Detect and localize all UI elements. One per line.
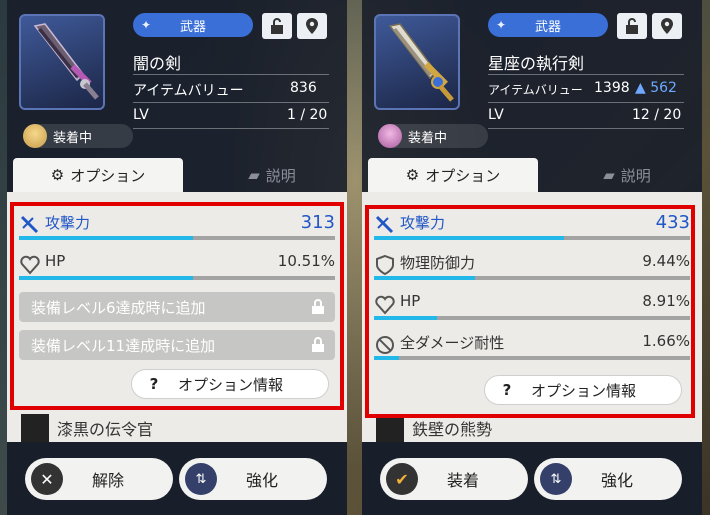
level-value: 1 / 20 [287, 107, 328, 123]
enhance-button[interactable]: ⇅ 強化 [179, 458, 327, 500]
item-value-label: アイテムバリュー [488, 83, 583, 97]
item-name: 星座の執行剣 [488, 54, 585, 73]
map-pin-icon [306, 18, 318, 34]
equip-button[interactable]: ✔ 装着 [380, 458, 528, 500]
release-button[interactable]: ✕ 解除 [25, 458, 173, 500]
item-value-label: アイテムバリュー [133, 83, 244, 99]
item-thumb-icon [376, 414, 404, 442]
gear-icon: ⚙ [50, 166, 65, 184]
gear-icon: ⚙ [405, 166, 420, 184]
lock-icon [271, 18, 283, 34]
enhance-icon: ⇅ [540, 463, 572, 495]
item-thumb-icon [21, 414, 49, 442]
item-value: 836 [290, 80, 317, 96]
category-badge: ✦ 武器 [488, 13, 608, 37]
item-panel-left: ✦ 武器 闇の剣 アイテムバリュー 836 LV 1 / 20 装着中 ⚙ オプショ… [7, 0, 347, 515]
lock-toggle-button[interactable] [617, 13, 647, 39]
book-icon: ▰ [603, 166, 615, 184]
item-icon-dark-sword [19, 14, 105, 110]
level-label: LV [488, 107, 504, 123]
equipped-status: 装着中 [23, 124, 133, 148]
check-icon: ✔ [386, 463, 418, 495]
tab-description[interactable]: ▰ 説明 [552, 158, 702, 192]
equipped-status: 装着中 [378, 124, 488, 148]
tab-option[interactable]: ⚙ オプション [13, 158, 183, 192]
item-icon-constellation-sword [374, 14, 460, 110]
location-button[interactable] [297, 13, 327, 39]
category-badge: ✦ 武器 [133, 13, 253, 37]
lock-icon [626, 18, 638, 34]
enhance-icon: ⇅ [185, 463, 217, 495]
item-panel-right: ✦ 武器 星座の執行剣 アイテムバリュー 1398 ▲ 562 LV 12 / 2… [362, 0, 702, 515]
map-pin-icon [661, 18, 673, 34]
character-avatar [23, 124, 47, 148]
highlight-box [365, 205, 695, 418]
enhance-button[interactable]: ⇅ 強化 [534, 458, 682, 500]
close-icon: ✕ [31, 463, 63, 495]
lock-toggle-button[interactable] [262, 13, 292, 39]
location-button[interactable] [652, 13, 682, 39]
highlight-box [10, 202, 344, 410]
character-avatar [378, 124, 402, 148]
tab-option[interactable]: ⚙ オプション [368, 158, 538, 192]
level-label: LV [133, 107, 149, 123]
book-icon: ▰ [248, 166, 260, 184]
next-item-peek[interactable]: 漆黒の伝令官 [7, 410, 347, 442]
item-value-delta: ▲ 562 [635, 80, 677, 96]
item-name: 闇の剣 [133, 54, 182, 73]
item-value: 1398 [594, 80, 630, 96]
tab-description[interactable]: ▰ 説明 [197, 158, 347, 192]
level-value: 12 / 20 [632, 107, 682, 123]
